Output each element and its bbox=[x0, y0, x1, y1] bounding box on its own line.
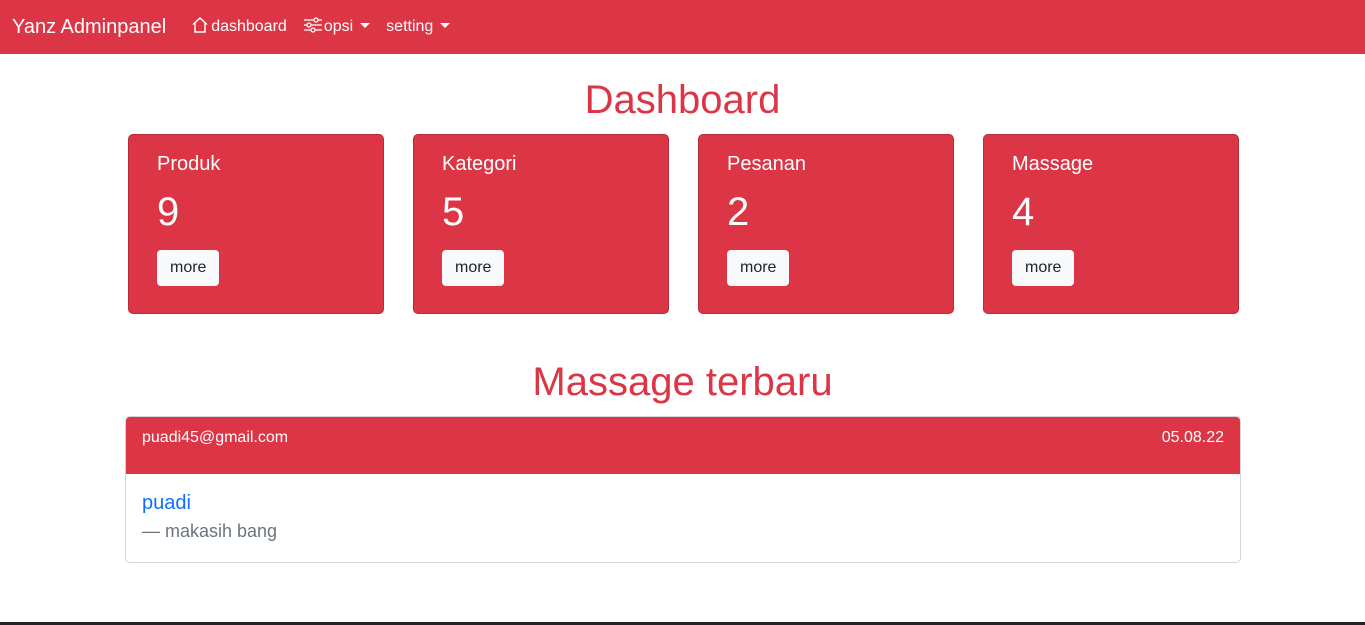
stat-card-label: Massage bbox=[1012, 153, 1094, 175]
message-header: puadi45@gmail.com 05.08.22 bbox=[126, 417, 1240, 474]
nav-setting-label: setting bbox=[386, 18, 434, 35]
stat-card-massage: Massage 4 more bbox=[983, 134, 1239, 314]
section-title: Massage terbaru bbox=[532, 360, 833, 404]
stat-card-label: Kategori bbox=[442, 153, 517, 175]
message-card: puadi45@gmail.com 05.08.22 puadi — makas… bbox=[125, 416, 1241, 563]
nav-opsi-label: opsi bbox=[323, 18, 354, 35]
stat-card-count: 9 bbox=[157, 190, 180, 234]
stat-card-count: 4 bbox=[1012, 190, 1035, 234]
message-date: 05.08.22 bbox=[1161, 429, 1224, 446]
stat-card-pesanan: Pesanan 2 more bbox=[698, 134, 954, 314]
stat-card-count: 5 bbox=[442, 190, 465, 234]
stat-card-produk: Produk 9 more bbox=[128, 134, 384, 314]
sliders-icon bbox=[303, 15, 324, 40]
more-button[interactable]: more bbox=[442, 250, 505, 286]
chevron-down-icon bbox=[360, 22, 371, 28]
chevron-down-icon bbox=[440, 22, 451, 28]
nav-setting-dropdown[interactable]: setting bbox=[386, 18, 451, 36]
brand-link[interactable]: Yanz Adminpanel bbox=[12, 16, 166, 39]
stat-card-label: Pesanan bbox=[727, 153, 806, 175]
nav-dashboard-link[interactable]: dashboard bbox=[190, 15, 287, 40]
message-body: puadi — makasih bang bbox=[126, 474, 1240, 560]
stat-card-label: Produk bbox=[157, 153, 221, 175]
message-sender-link[interactable]: puadi bbox=[142, 492, 1224, 515]
nav-dashboard-label: dashboard bbox=[211, 18, 287, 35]
top-navbar: Yanz Adminpanel dashboard opsi setting bbox=[0, 0, 1365, 54]
page-title: Dashboard bbox=[584, 78, 781, 122]
more-button[interactable]: more bbox=[157, 250, 220, 286]
more-button[interactable]: more bbox=[1012, 250, 1075, 286]
message-text: — makasih bang bbox=[142, 521, 278, 541]
stat-card-count: 2 bbox=[727, 190, 750, 234]
message-email: puadi45@gmail.com bbox=[142, 429, 289, 446]
more-button[interactable]: more bbox=[727, 250, 790, 286]
stat-card-kategori: Kategori 5 more bbox=[413, 134, 669, 314]
house-icon bbox=[190, 15, 211, 40]
nav-opsi-dropdown[interactable]: opsi bbox=[303, 15, 371, 40]
